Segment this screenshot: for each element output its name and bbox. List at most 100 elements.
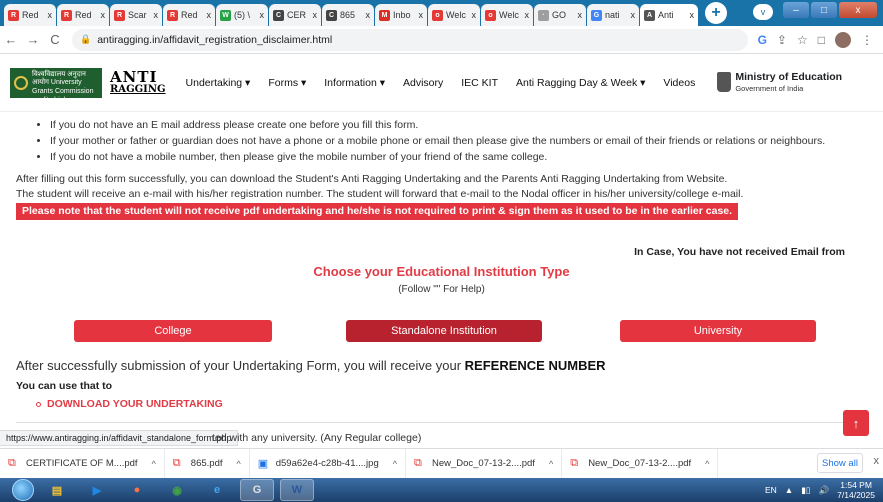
back-icon[interactable]: ← xyxy=(0,32,22,47)
tab-close-icon[interactable]: x xyxy=(419,10,424,20)
standalone-institution-button[interactable]: Standalone Institution xyxy=(346,320,542,342)
menu-item[interactable]: Undertaking ▾ xyxy=(186,77,251,89)
volume-icon[interactable]: 🔊 xyxy=(819,485,830,496)
taskbar-app-icon[interactable]: G xyxy=(240,479,274,501)
tab-favicon-icon: R xyxy=(114,9,125,21)
menu-item[interactable]: Advisory xyxy=(403,77,443,89)
tab-close-icon[interactable]: x xyxy=(525,10,530,20)
window-controls: – □ x xyxy=(783,2,877,18)
ministry-subtitle: Government of India xyxy=(735,83,804,93)
browser-tab[interactable]: o Welc x xyxy=(428,4,480,26)
taskbar-app-icon[interactable]: ▤ xyxy=(40,479,74,501)
tab-close-icon[interactable]: x xyxy=(313,10,318,20)
info-line-2: The student will receive an e-mail with … xyxy=(16,188,744,200)
tab-close-icon[interactable]: x xyxy=(101,10,106,20)
reference-text: After successfully submission of your Un… xyxy=(16,358,465,373)
tab-label: Anti xyxy=(658,10,674,20)
download-filename: d59a62e4-c28b-41....jpg xyxy=(275,458,379,469)
browser-tab[interactable]: R Scar x xyxy=(110,4,162,26)
tab-close-icon[interactable]: x xyxy=(578,10,583,20)
network-icon[interactable]: ▮▯ xyxy=(801,485,810,496)
ministry-of-education-logo[interactable]: Ministry of Education Government of Indi… xyxy=(717,72,842,93)
tab-label: GO xyxy=(552,10,567,20)
close-download-shelf-icon[interactable]: x xyxy=(874,455,880,467)
browser-tab[interactable]: W (5) \ x xyxy=(216,4,268,26)
side-panel-icon[interactable]: □ xyxy=(818,33,825,47)
browser-tab[interactable]: o Welc x xyxy=(481,4,533,26)
download-item[interactable]: ⧉ 865.pdf ^ xyxy=(165,448,250,479)
share-icon[interactable]: ⇪ xyxy=(777,33,787,47)
menu-item[interactable]: Anti Ragging Day & Week ▾ xyxy=(516,77,645,89)
download-item[interactable]: ⧉ CERTIFICATE OF M....pdf ^ xyxy=(0,448,165,479)
menu-item[interactable]: IEC KIT xyxy=(461,77,498,89)
info-line-1: After filling out this form successfully… xyxy=(16,173,728,185)
chevron-up-icon[interactable]: ^ xyxy=(393,459,397,469)
tab-close-icon[interactable]: x xyxy=(472,10,477,20)
circle-bullet-icon xyxy=(36,401,41,407)
profile-chevron-button[interactable]: v xyxy=(753,4,773,20)
tab-label: (5) \ xyxy=(234,10,251,20)
college-button[interactable]: College xyxy=(74,320,272,342)
taskbar-app-icon[interactable]: ◉ xyxy=(160,479,194,501)
maximize-button[interactable]: □ xyxy=(811,2,837,18)
google-lens-icon[interactable]: G xyxy=(758,33,767,47)
clock[interactable]: 1:54 PM 7/14/2025 xyxy=(837,480,875,500)
tab-close-icon[interactable]: x xyxy=(631,10,636,20)
new-tab-button[interactable]: + xyxy=(705,2,727,24)
menu-item[interactable]: Videos xyxy=(663,77,695,89)
bookmark-star-icon[interactable]: ☆ xyxy=(797,33,808,47)
taskbar-app-icon[interactable]: ● xyxy=(120,479,154,501)
minimize-button[interactable]: – xyxy=(783,2,809,18)
tab-close-icon[interactable]: x xyxy=(690,10,695,20)
menu-item[interactable]: Information ▾ xyxy=(324,77,385,89)
download-shelf: ⧉ CERTIFICATE OF M....pdf ^ ⧉ 865.pdf ^ ▣ d59a6… xyxy=(0,448,883,479)
chevron-up-icon[interactable]: ^ xyxy=(549,459,553,469)
university-button[interactable]: University xyxy=(620,320,816,342)
tab-favicon-icon: · xyxy=(538,9,549,21)
lock-icon[interactable]: 🔒 xyxy=(80,34,91,45)
chevron-up-icon[interactable]: ^ xyxy=(705,459,709,469)
reload-icon[interactable]: C xyxy=(44,32,66,47)
browser-tab[interactable]: C CER x xyxy=(269,4,321,26)
forward-icon[interactable]: → xyxy=(22,32,44,47)
tab-close-icon[interactable]: x xyxy=(260,10,265,20)
chevron-up-icon[interactable]: ^ xyxy=(152,459,156,469)
browser-tab[interactable]: C 865 x xyxy=(322,4,374,26)
browser-tab[interactable]: R Red x xyxy=(163,4,215,26)
chevron-up-icon[interactable]: ^ xyxy=(237,459,241,469)
tab-close-icon[interactable]: x xyxy=(207,10,212,20)
main-menu: Undertaking ▾ Forms ▾ Information ▾ Advisor… xyxy=(186,77,696,89)
browser-tab[interactable]: Gnati x xyxy=(587,4,639,26)
browser-tab[interactable]: R Red x xyxy=(57,4,109,26)
taskbar-app-icon[interactable]: ▶ xyxy=(80,479,114,501)
download-undertaking-link[interactable]: DOWNLOAD YOUR UNDERTAKING xyxy=(36,398,223,410)
tab-close-icon[interactable]: x xyxy=(48,10,53,20)
start-button[interactable] xyxy=(12,479,34,501)
ugc-logo[interactable]: विश्वविद्यालय अनुदान आयोग University Gra… xyxy=(10,67,102,113)
language-indicator[interactable]: EN xyxy=(765,485,777,495)
download-link-text[interactable]: DOWNLOAD YOUR UNDERTAKING xyxy=(47,398,223,410)
tray-expand-icon[interactable]: ▲ xyxy=(785,485,793,495)
close-window-button[interactable]: x xyxy=(839,2,877,18)
browser-tab[interactable]: M Inbo x xyxy=(375,4,427,26)
tab-close-icon[interactable]: x xyxy=(154,10,159,20)
follow-help-text: (Follow "" For Help) xyxy=(398,284,485,295)
institution-type-title: Choose your Educational Institution Type xyxy=(313,264,570,279)
taskbar-app-icon[interactable]: W xyxy=(280,479,314,501)
download-item[interactable]: ⧉ New_Doc_07-13-2....pdf ^ xyxy=(406,448,563,479)
taskbar-app-icon[interactable]: e xyxy=(200,479,234,501)
menu-kebab-icon[interactable]: ⋮ xyxy=(861,33,873,47)
download-item[interactable]: ▣ d59a62e4-c28b-41....jpg ^ xyxy=(250,448,406,479)
clock-time: 1:54 PM xyxy=(840,480,872,490)
back-to-top-button[interactable]: ↑ xyxy=(843,410,869,436)
profile-avatar-icon[interactable] xyxy=(835,31,851,48)
menu-item[interactable]: Forms ▾ xyxy=(268,77,306,89)
tab-close-icon[interactable]: x xyxy=(366,10,371,20)
browser-tab[interactable]: R Red x xyxy=(4,4,56,26)
anti-ragging-logo[interactable]: ANTI RAGGING xyxy=(110,70,166,95)
show-all-downloads-button[interactable]: Show all xyxy=(817,453,863,473)
address-bar[interactable]: 🔒 antiragging.in/affidavit_registration_… xyxy=(72,28,748,51)
browser-tab[interactable]: A Anti x xyxy=(640,4,698,26)
browser-tab[interactable]: · GO x xyxy=(534,4,586,26)
download-item[interactable]: ⧉ New_Doc_07-13-2....pdf ^ xyxy=(562,448,719,479)
